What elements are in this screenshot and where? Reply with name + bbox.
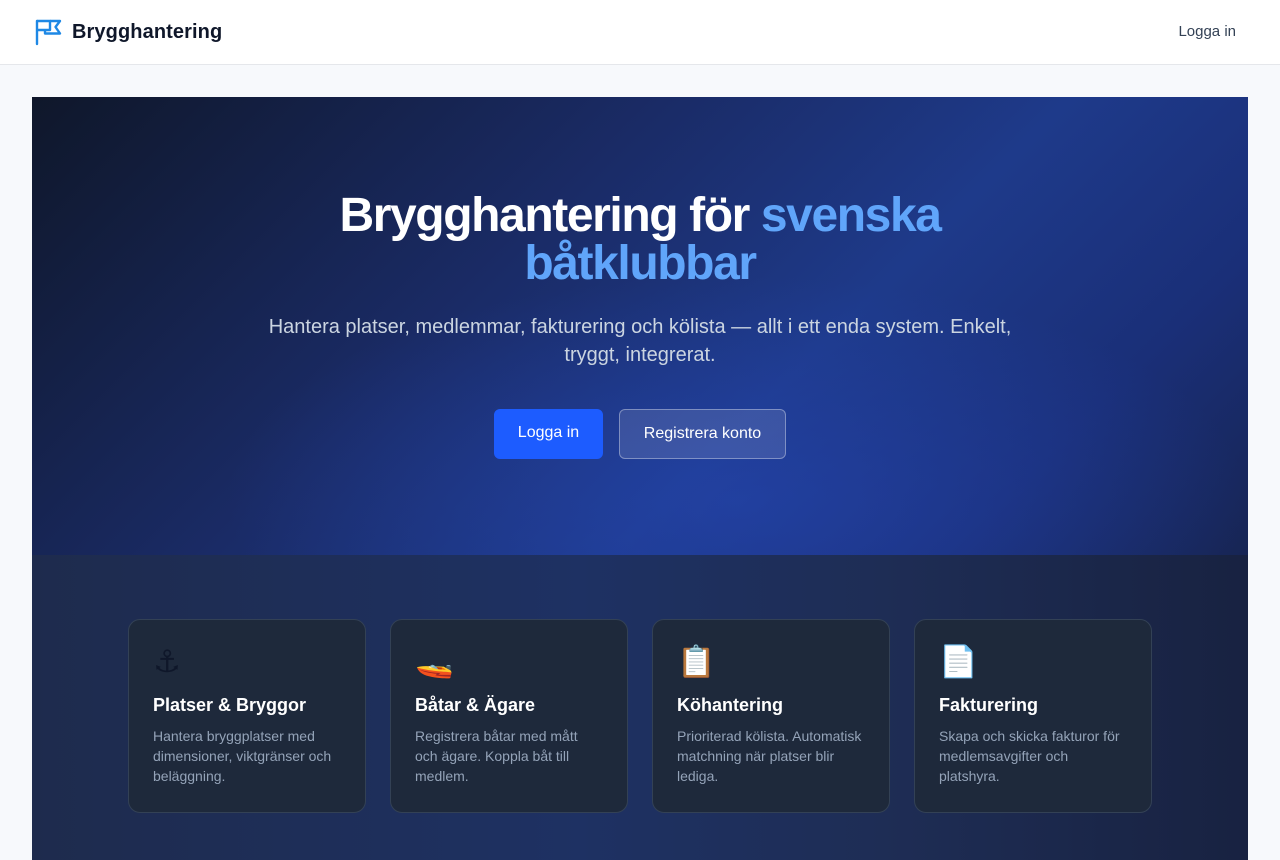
- feature-card-queue: 📋 Köhantering Prioriterad kölista. Autom…: [652, 619, 890, 813]
- register-account-button[interactable]: Registrera konto: [619, 409, 786, 459]
- anchor-icon: ⚓: [153, 644, 181, 679]
- feature-card-description: Hantera bryggplatser med dimensioner, vi…: [153, 728, 332, 784]
- document-icon: 📄: [939, 644, 978, 679]
- feature-cards: ⚓ Platser & Bryggor Hantera bryggplatser…: [128, 619, 1152, 813]
- feature-card-description: Prioriterad kölista. Automatisk matchnin…: [677, 728, 862, 784]
- features-section: ⚓ Platser & Bryggor Hantera bryggplatser…: [32, 555, 1248, 860]
- feature-card-invoicing: 📄 Fakturering Skapa och skicka fakturor …: [914, 619, 1152, 813]
- feature-card-title: Fakturering: [939, 695, 1039, 715]
- feature-card-title: Platser & Bryggor: [153, 695, 307, 715]
- hero-title: Brygghantering för svenska båtklubbar: [290, 192, 990, 288]
- feature-card-description: Registrera båtar med mått och ägare. Kop…: [415, 728, 578, 784]
- hero-actions: Logga in Registrera konto: [32, 409, 1248, 459]
- brand-name: Brygghantering: [72, 20, 223, 43]
- login-button[interactable]: Logga in: [494, 409, 603, 459]
- brand-home-link[interactable]: Brygghantering: [33, 17, 222, 47]
- feature-card-title: Köhantering: [677, 695, 783, 715]
- feature-card-description: Skapa och skicka fakturor för medlemsavg…: [939, 728, 1120, 784]
- flag-icon: [35, 19, 62, 46]
- hero-subtitle: Hantera platser, medlemmar, fakturering …: [268, 316, 1012, 366]
- nav-login-link[interactable]: Logga in: [1178, 23, 1236, 40]
- speedboat-icon: 🚤: [415, 644, 454, 679]
- hero-title-main: Brygghantering för: [339, 189, 761, 242]
- feature-card-title: Båtar & Ägare: [415, 695, 536, 715]
- feature-card-boats: 🚤 Båtar & Ägare Registrera båtar med måt…: [390, 619, 628, 813]
- hero-section: Brygghantering för svenska båtklubbar Ha…: [32, 97, 1248, 555]
- clipboard-icon: 📋: [677, 644, 716, 679]
- feature-card-places: ⚓ Platser & Bryggor Hantera bryggplatser…: [128, 619, 366, 813]
- top-navbar: Brygghantering Logga in: [0, 0, 1280, 65]
